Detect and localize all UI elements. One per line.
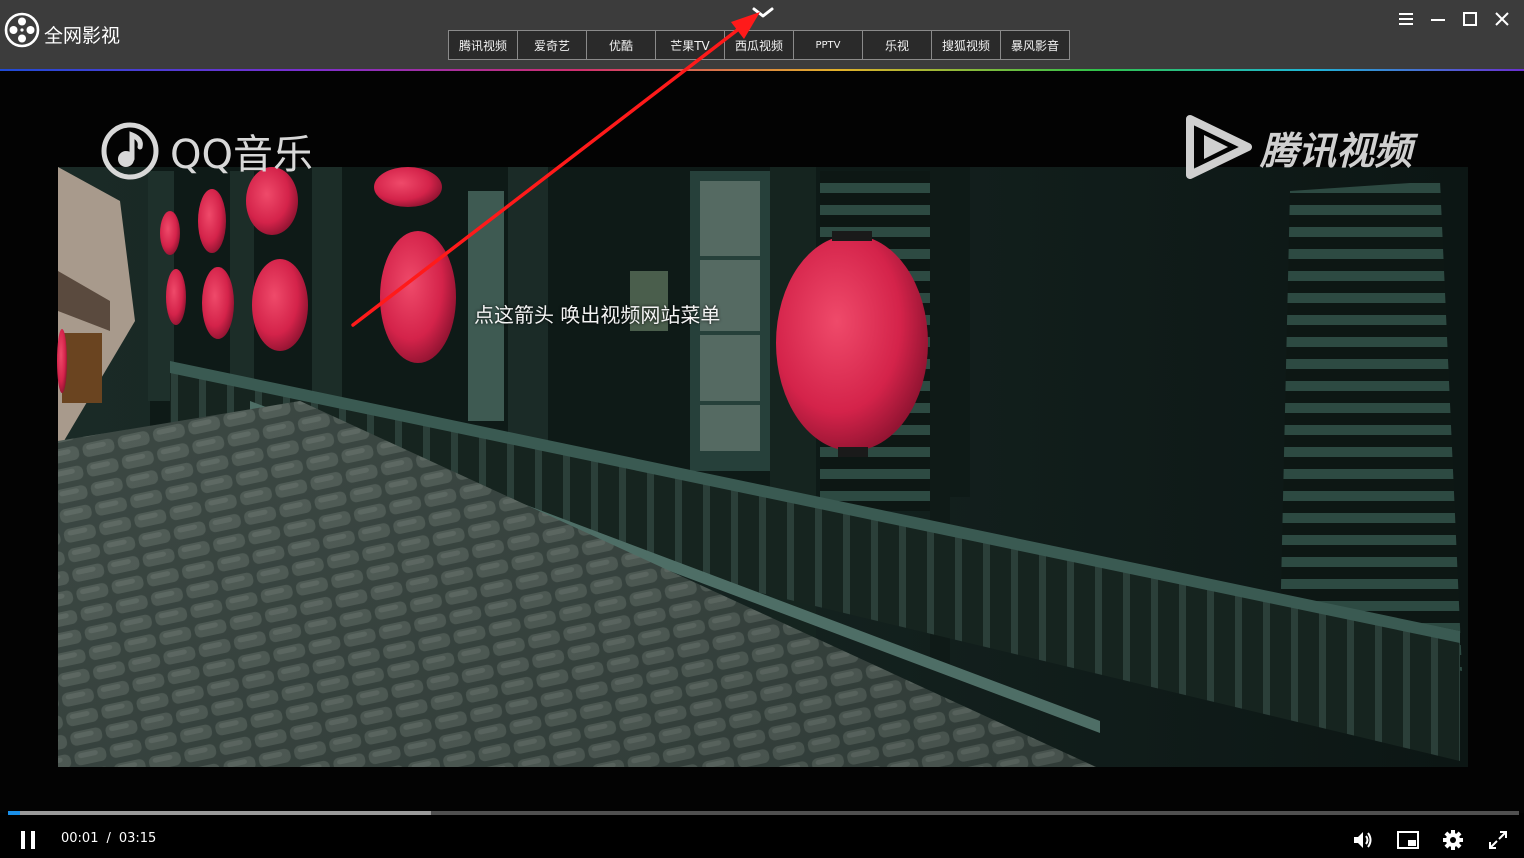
tencent-video-label: 腾讯视频	[1260, 128, 1413, 173]
site-tab-sohu[interactable]: 搜狐视频	[931, 30, 1001, 60]
site-menu-toggle[interactable]	[750, 3, 776, 23]
title-bar: 全网影视 腾讯视频 爱奇艺 优酷 芒果TV 西瓜视频 PPTV 乐视 搜狐视频 …	[0, 0, 1524, 70]
site-tab-mgtv[interactable]: 芒果TV	[655, 30, 725, 60]
video-player[interactable]: QQ音乐 腾讯视频 点这箭头 唤出视频网站菜单	[0, 71, 1524, 813]
pause-button[interactable]	[14, 827, 42, 853]
fullscreen-icon	[1489, 831, 1507, 849]
settings-icon	[1443, 830, 1463, 850]
volume-icon	[1354, 832, 1372, 848]
site-tab-baofeng[interactable]: 暴风影音	[1000, 30, 1070, 60]
minimize-icon	[1431, 19, 1445, 21]
film-reel-icon	[4, 12, 40, 48]
menu-hint-text: 点这箭头 唤出视频网站菜单	[474, 303, 721, 327]
volume-button[interactable]	[1350, 827, 1376, 853]
hamburger-icon	[1399, 13, 1413, 25]
video-frame	[0, 71, 1524, 813]
site-tabs: 腾讯视频 爱奇艺 优酷 芒果TV 西瓜视频 PPTV 乐视 搜狐视频 暴风影音	[448, 30, 1070, 60]
pause-icon	[21, 831, 35, 849]
play-logo-icon	[1186, 115, 1252, 179]
site-tab-iqiyi[interactable]: 爱奇艺	[517, 30, 587, 60]
time-display: 00:01 / 03:15	[61, 831, 156, 846]
window-menu-button[interactable]	[1390, 8, 1422, 30]
qq-music-label: QQ音乐	[170, 132, 313, 178]
progress-played	[8, 811, 20, 815]
site-tab-pptv[interactable]: PPTV	[793, 30, 863, 60]
settings-button[interactable]	[1440, 827, 1466, 853]
picture-in-picture-button[interactable]	[1395, 827, 1421, 853]
picture-in-picture-icon	[1397, 831, 1419, 849]
minimize-button[interactable]	[1422, 8, 1454, 30]
fullscreen-button[interactable]	[1485, 827, 1511, 853]
site-tab-ixigua[interactable]: 西瓜视频	[724, 30, 794, 60]
app-title: 全网影视	[44, 24, 121, 47]
progress-buffered	[8, 811, 432, 815]
site-tab-tencent[interactable]: 腾讯视频	[448, 30, 518, 60]
music-note-icon	[101, 122, 159, 180]
window-controls	[1390, 8, 1518, 30]
progress-bar[interactable]	[8, 811, 1519, 815]
time-separator: /	[106, 831, 111, 846]
player-controls: 00:01 / 03:15	[0, 811, 1524, 858]
maximize-button[interactable]	[1454, 8, 1486, 30]
site-tab-letv[interactable]: 乐视	[862, 30, 932, 60]
duration: 03:15	[118, 831, 157, 846]
chevron-down-icon	[752, 7, 774, 18]
site-tab-youku[interactable]: 优酷	[586, 30, 656, 60]
close-button[interactable]	[1486, 8, 1518, 30]
qq-music-watermark: QQ音乐	[100, 121, 313, 181]
maximize-icon	[1463, 12, 1477, 26]
app-logo: 全网影视	[4, 10, 120, 50]
close-icon	[1495, 12, 1509, 26]
tencent-video-watermark: 腾讯视频	[1184, 115, 1412, 179]
current-time: 00:01	[61, 831, 99, 846]
